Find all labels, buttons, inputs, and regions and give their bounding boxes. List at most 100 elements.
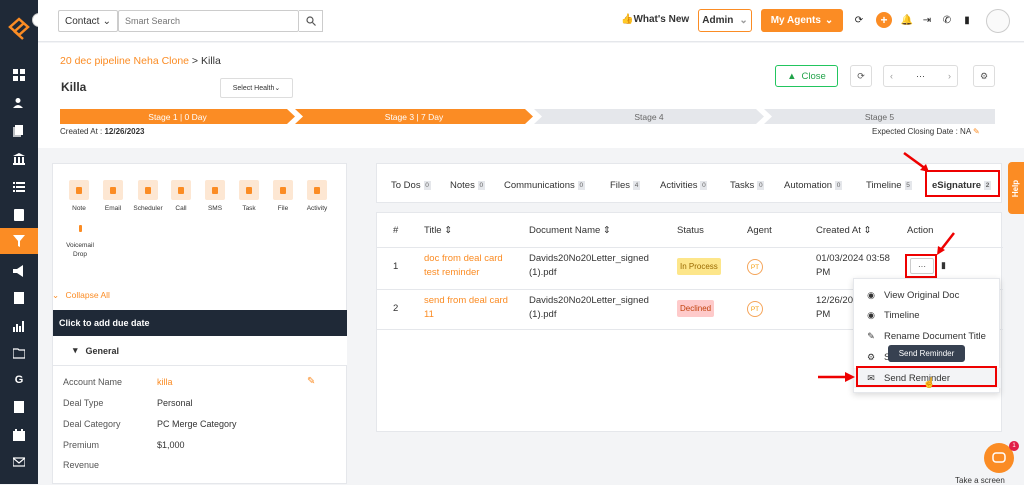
add-icon[interactable]: + (876, 12, 892, 28)
actions-highlight-box (905, 254, 937, 278)
collapse-all-button[interactable]: ⌄ Collapse All (52, 290, 110, 301)
chevron-right-icon[interactable]: › (948, 71, 951, 81)
stage-5[interactable]: Stage 5 (764, 109, 995, 124)
list-icon[interactable] (0, 175, 38, 199)
avatar[interactable] (986, 9, 1010, 33)
stage-4[interactable]: Stage 4 (534, 109, 764, 124)
menu-item-view-original-doc[interactable]: ◉ View Original Doc (854, 285, 1001, 305)
search-input[interactable] (118, 10, 299, 32)
logout-icon[interactable]: ⇥ (921, 14, 933, 26)
contacts-icon[interactable] (0, 91, 38, 115)
tab-label: Files (610, 180, 631, 191)
invoice-icon[interactable] (0, 395, 38, 419)
folder-icon[interactable] (0, 341, 38, 365)
mail-icon[interactable] (0, 450, 38, 474)
tab-automation[interactable]: Automation 0 (784, 180, 843, 191)
activity-action[interactable]: Activity (300, 180, 334, 212)
whats-new-button[interactable]: 👍What's New (621, 14, 689, 25)
action-label: Email (104, 205, 122, 212)
field-key: Deal Type (63, 398, 104, 408)
annotation-arrow (903, 151, 929, 172)
settings-gear-icon[interactable]: ⚙ (973, 65, 995, 87)
delete-trash-icon[interactable]: ▮ (941, 260, 946, 271)
note-action[interactable]: Note (62, 180, 96, 212)
more-icon[interactable]: ··· (916, 71, 925, 81)
account-name-link[interactable]: killa (157, 377, 173, 387)
tab-todos[interactable]: To Dos 0 (391, 180, 431, 191)
task-action[interactable]: Task (232, 180, 266, 212)
column-header-agent: Agent (747, 225, 772, 236)
note-icon (69, 180, 89, 200)
column-header-document-name[interactable]: Document Name ⇕ (529, 225, 611, 236)
column-header-num: # (393, 225, 399, 236)
close-deal-button[interactable]: ▲ Close (775, 65, 838, 87)
column-header-title[interactable]: Title ⇕ (424, 225, 452, 236)
tab-count: 0 (477, 181, 485, 190)
menu-item-timeline[interactable]: ◉ Timeline (854, 305, 1001, 325)
sms-action[interactable]: SMS (198, 180, 232, 212)
search-icon[interactable] (299, 10, 323, 32)
action-label: SMS (207, 205, 223, 212)
general-section-toggle[interactable]: ▾ General (53, 336, 347, 366)
edit-pencil-icon[interactable]: ✎ (307, 376, 315, 387)
edit-pencil-icon[interactable]: ✎ (973, 127, 980, 136)
select-health-dropdown[interactable]: Select Health ⌄ (220, 78, 293, 98)
tab-esignature[interactable]: eSignature 2 (932, 180, 992, 191)
title-line: doc from deal card (424, 253, 503, 264)
scheduler-action[interactable]: Scheduler (131, 180, 165, 212)
scheduler-icon (138, 180, 158, 200)
tab-tasks[interactable]: Tasks 0 (730, 180, 765, 191)
tab-files[interactable]: Files 4 (610, 180, 641, 191)
stage-3[interactable]: Stage 3 | 7 Day (295, 109, 533, 124)
app-logo[interactable] (8, 17, 30, 43)
admin-label: Admin (702, 15, 734, 26)
tab-notes[interactable]: Notes 0 (450, 180, 485, 191)
help-tab[interactable]: Help (1008, 162, 1024, 214)
search-scope-select[interactable]: Contact ⌄ (58, 10, 118, 32)
voicemail-drop-action[interactable]: Voicemail Drop (62, 218, 98, 259)
pipeline-funnel-icon[interactable] (0, 228, 38, 254)
notification-bell-icon[interactable]: 🔔 (901, 14, 913, 26)
field-key: Deal Category (63, 419, 121, 429)
menu-item-rename-document-title[interactable]: ✎ Rename Document Title (854, 326, 1001, 346)
created-line: 12/26/20 (816, 295, 853, 306)
refresh-icon[interactable]: ⟳ (850, 65, 872, 87)
send-reminder-tooltip: Send Reminder (888, 345, 965, 362)
document-icon[interactable]: ▮ (961, 14, 973, 26)
dashboard-icon[interactable] (0, 63, 38, 87)
voicemail-icon (70, 218, 90, 238)
tab-count: 0 (423, 181, 431, 190)
document-title-link[interactable]: doc from deal card test reminder (424, 252, 503, 280)
documents-icon[interactable] (0, 119, 38, 143)
chevron-left-icon[interactable]: ‹ (890, 71, 893, 81)
collapse-all-label: Collapse All (65, 290, 110, 300)
megaphone-icon[interactable] (0, 259, 38, 283)
file-action[interactable]: File (266, 180, 300, 212)
tab-communications[interactable]: Communications 0 (504, 180, 585, 191)
tab-timeline[interactable]: Timeline 5 (866, 180, 912, 191)
my-agents-button[interactable]: My Agents ⌄ (761, 9, 843, 32)
stage-label: Stage 4 (634, 111, 664, 122)
id-card-icon[interactable] (0, 203, 38, 227)
pencil-icon: ✎ (867, 330, 875, 341)
stage-1[interactable]: Stage 1 | 0 Day (60, 109, 295, 124)
sms-icon (205, 180, 225, 200)
notebook-icon[interactable] (0, 286, 38, 310)
chevron-down-icon: ⌄ (52, 290, 62, 300)
column-header-created-at[interactable]: Created At ⇕ (816, 225, 872, 236)
phone-icon[interactable]: ✆ (941, 14, 953, 26)
reports-chart-icon[interactable] (0, 314, 38, 338)
google-icon[interactable]: G (0, 368, 38, 392)
email-action[interactable]: Email (96, 180, 130, 212)
admin-dropdown[interactable]: Admin ⌄ (698, 9, 752, 32)
call-action[interactable]: Call (164, 180, 198, 212)
action-label: Note (72, 205, 86, 212)
tab-activities[interactable]: Activities 0 (660, 180, 708, 191)
breadcrumb-pipeline-link[interactable]: 20 dec pipeline Neha Clone (60, 55, 189, 67)
add-due-date-bar[interactable]: Click to add due date (53, 310, 347, 336)
document-title-link[interactable]: send from deal card 11 (424, 294, 508, 322)
topbar: Contact⌄ 👍What's New Admin⌄ My Agents⌄ ⟳… (38, 0, 1024, 42)
bank-icon[interactable] (0, 147, 38, 171)
calendar-icon[interactable] (0, 423, 38, 447)
refresh-icon[interactable]: ⟳ (853, 14, 865, 26)
